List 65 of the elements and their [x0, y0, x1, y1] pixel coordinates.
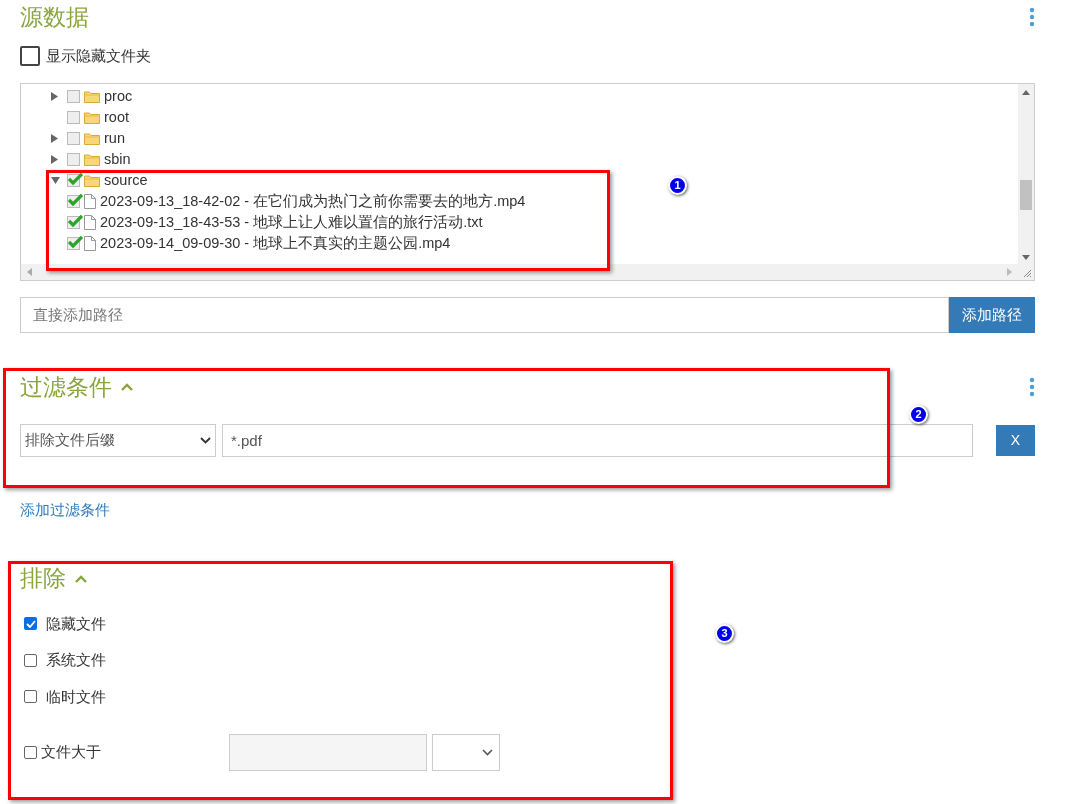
scroll-right-arrow-icon[interactable] — [1007, 268, 1012, 276]
checkbox[interactable] — [67, 174, 80, 187]
vertical-scrollbar[interactable] — [1018, 84, 1034, 266]
number-marker: 3 — [715, 624, 734, 643]
tree-item-label[interactable]: 2023-09-14_09-09-30 - 地球上不真实的主题公园.mp4 — [100, 232, 451, 255]
checkbox[interactable] — [67, 132, 80, 145]
dropdown-chevron-icon — [200, 437, 211, 444]
tree-item-label[interactable]: sbin — [104, 148, 131, 171]
collapsed-arrow-icon[interactable] — [51, 134, 58, 143]
dropdown-chevron-icon — [482, 748, 493, 756]
file-icon — [84, 215, 96, 230]
more-options-icon[interactable] — [1029, 377, 1035, 397]
checkbox[interactable] — [24, 690, 37, 704]
add-filter-link[interactable]: 添加过滤条件 — [20, 499, 110, 522]
remove-filter-button[interactable]: X — [996, 425, 1035, 456]
checkbox[interactable] — [67, 216, 80, 229]
folder-icon — [84, 174, 100, 187]
folder-icon — [84, 111, 100, 124]
file-icon — [84, 236, 96, 251]
collapsed-arrow-icon[interactable] — [51, 92, 58, 101]
checkbox[interactable] — [24, 653, 37, 667]
tree-item-label[interactable]: 2023-09-13_18-43-53 - 地球上让人难以置信的旅行活动.txt — [100, 211, 483, 234]
resize-handle-icon[interactable] — [1022, 268, 1032, 278]
more-options-icon[interactable] — [1029, 7, 1035, 27]
checkbox[interactable] — [24, 745, 37, 759]
unit-select[interactable] — [432, 733, 500, 771]
file-icon — [84, 194, 96, 209]
tree-item-label[interactable]: 2023-09-13_18-42-02 - 在它们成为热门之前你需要去的地方.mp4 — [100, 190, 526, 213]
add-path-button[interactable]: 添加路径 — [949, 297, 1035, 333]
scroll-down-arrow-icon[interactable] — [1022, 255, 1030, 260]
checkbox-label: 文件大于 — [41, 741, 101, 762]
section-title: 过滤条件 — [20, 372, 112, 402]
tree-item-label[interactable]: source — [104, 169, 148, 192]
checkbox-label: 系统文件 — [46, 650, 106, 670]
tree-item-label[interactable]: proc — [104, 85, 133, 108]
checkbox[interactable] — [67, 111, 80, 124]
collapse-chevron-icon[interactable] — [120, 382, 134, 392]
scrollbar-thumb[interactable] — [1020, 180, 1032, 210]
section-title: 源数据 — [20, 2, 89, 32]
number-marker: 1 — [668, 176, 687, 195]
checkbox[interactable] — [67, 195, 80, 208]
folder-icon — [84, 153, 100, 166]
checkbox-label: 临时文件 — [46, 686, 106, 707]
folder-icon — [84, 132, 100, 145]
scroll-up-arrow-icon[interactable] — [1022, 90, 1030, 95]
number-marker: 2 — [909, 405, 928, 424]
filter-type-select[interactable]: 排除文件后缀 — [20, 424, 216, 457]
path-input[interactable]: 直接添加路径 — [20, 297, 949, 333]
checkbox-label: 显示隐藏文件夹 — [46, 45, 151, 66]
collapsed-arrow-icon[interactable] — [51, 155, 58, 164]
tree-item-label[interactable]: root — [104, 106, 129, 129]
tree-item-label[interactable]: run — [104, 127, 125, 150]
expanded-arrow-icon[interactable] — [51, 177, 60, 184]
section-title: 排除 — [20, 564, 66, 594]
checkbox[interactable] — [67, 90, 80, 103]
size-input[interactable] — [229, 733, 427, 771]
scroll-left-arrow-icon[interactable] — [27, 268, 32, 276]
checkbox[interactable] — [67, 153, 80, 166]
collapse-chevron-icon[interactable] — [74, 573, 88, 584]
folder-icon — [84, 90, 100, 103]
checkbox[interactable] — [20, 46, 40, 66]
checkbox[interactable] — [24, 617, 37, 631]
checkbox[interactable] — [67, 237, 80, 250]
filter-value-input[interactable]: *.pdf — [222, 424, 973, 457]
checkbox-label: 隐藏文件 — [46, 613, 106, 634]
